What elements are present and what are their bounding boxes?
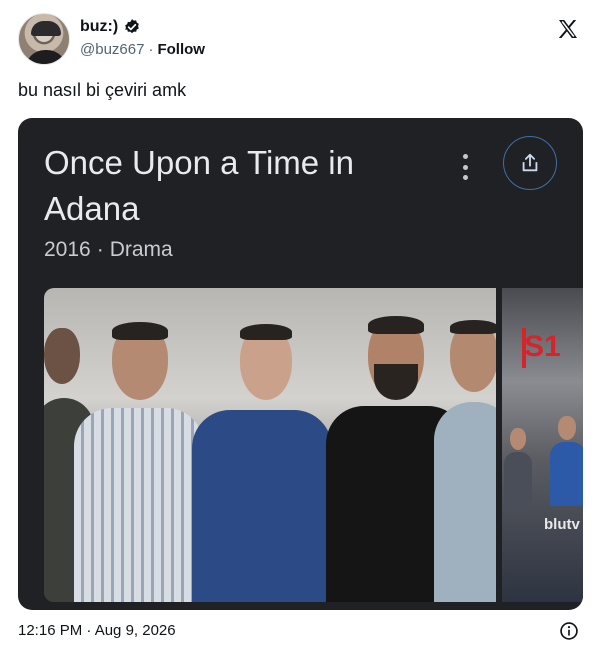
meta-separator: · [96, 238, 104, 261]
share-icon [522, 153, 538, 172]
author-name-row: buz:) [80, 18, 141, 36]
search-result-card[interactable]: Once Upon a Time in Adana 2016 · Drama S… [18, 118, 583, 610]
tweet-header: buz:) @buz667 · Follow [18, 13, 584, 67]
verified-badge-icon [125, 19, 140, 34]
person-figure [504, 428, 532, 508]
avatar-shirt [25, 50, 67, 64]
author-name[interactable]: buz:) [80, 18, 118, 36]
card-title: Once Upon a Time in Adana [44, 144, 354, 227]
x-logo-icon[interactable] [556, 17, 580, 41]
person-figure [434, 320, 496, 602]
avatar-cap [31, 21, 61, 36]
person-figure [550, 416, 583, 506]
kebab-dot [462, 175, 468, 180]
avatar[interactable] [18, 13, 70, 65]
kebab-dot [462, 154, 468, 159]
kebab-dot [462, 164, 468, 170]
tweet-text: bu nasıl bi çeviri amk [18, 80, 187, 100]
tweet-footer: 12:16 PM · Aug 9, 2026 [18, 621, 584, 643]
more-vertical-icon[interactable] [458, 154, 472, 180]
handle-separator: · [148, 41, 154, 58]
follow-button[interactable]: Follow [157, 41, 205, 58]
genre: Drama [109, 238, 173, 261]
release-year: 2016 [44, 238, 91, 261]
poster-image[interactable] [44, 288, 496, 602]
timestamp[interactable]: 12:16 PM · Aug 9, 2026 [18, 622, 176, 639]
share-button[interactable] [503, 136, 557, 190]
person-figure [192, 324, 332, 602]
side-poster-brand: blutv [544, 516, 580, 533]
info-icon[interactable] [559, 621, 579, 641]
card-meta: 2016 · Drama [44, 238, 173, 262]
author-handle[interactable]: @buz667 [80, 41, 144, 58]
person-figure [74, 322, 204, 602]
handle-row: @buz667 · Follow [80, 41, 205, 58]
side-poster-image[interactable]: S1 blutv [502, 288, 583, 602]
side-poster-title: S1 [524, 330, 561, 363]
